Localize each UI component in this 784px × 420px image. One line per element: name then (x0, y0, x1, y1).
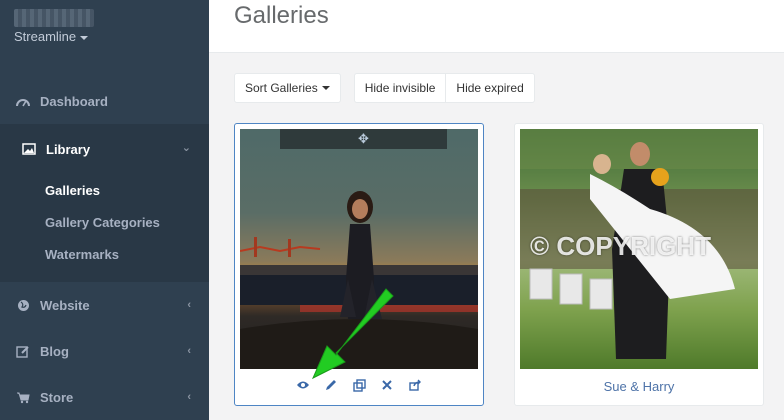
sort-label: Sort Galleries (245, 81, 318, 95)
nav-item-dashboard[interactable]: Dashboard (0, 78, 209, 124)
brand-name: Streamline (14, 29, 77, 44)
nav-item-library[interactable]: Library ⌄ (0, 124, 209, 174)
chevron-down-icon: ⌄ (181, 142, 191, 154)
nav-item-blog[interactable]: Blog ‹ (0, 328, 209, 374)
gallery-title-link[interactable]: Sue & Harry (515, 379, 763, 394)
gallery-cover-image[interactable]: © COPYRIGHT (520, 129, 758, 369)
sidebar-item-galleries[interactable]: Galleries (45, 174, 209, 206)
library-submenu: Galleries Gallery Categories Watermarks (0, 174, 209, 282)
sidebar-item-watermarks[interactable]: Watermarks (45, 238, 209, 270)
dashboard-icon (16, 94, 30, 108)
main-content: Galleries Sort Galleries Hide invisible … (209, 0, 784, 420)
page-title: Galleries (234, 2, 329, 29)
sidebar-item-gallery-categories[interactable]: Gallery Categories (45, 206, 209, 238)
edit-icon (16, 344, 30, 358)
chevron-left-icon: ‹ (187, 345, 191, 357)
chevron-left-icon: ‹ (187, 299, 191, 311)
page-header: Galleries (209, 0, 784, 53)
image-icon (22, 142, 36, 156)
chevron-left-icon: ‹ (187, 391, 191, 403)
eye-icon[interactable] (296, 378, 310, 392)
globe-icon (16, 298, 30, 312)
nav-label: Dashboard (40, 93, 108, 109)
caret-down-icon (321, 86, 330, 90)
copy-icon[interactable] (352, 378, 366, 392)
gallery-toolbar: Sort Galleries Hide invisible Hide expir… (234, 73, 535, 103)
gallery-actions (235, 378, 483, 392)
hide-invisible-button[interactable]: Hide invisible (353, 73, 446, 103)
share-icon[interactable] (408, 378, 422, 392)
nav-item-store[interactable]: Store ‹ (0, 374, 209, 420)
gallery-card[interactable]: ✥ (234, 123, 484, 406)
nav-label: Store (40, 389, 74, 405)
nav-label: Website (40, 297, 90, 313)
close-icon[interactable] (380, 378, 394, 392)
gallery-card[interactable]: © COPYRIGHT Sue & Harry (514, 123, 764, 406)
brand-area: Streamline (0, 0, 209, 73)
move-icon[interactable]: ✥ (280, 129, 447, 149)
nav-label: Blog (40, 343, 69, 359)
nav-label: Library (46, 141, 91, 157)
cart-icon (16, 390, 30, 404)
account-dropdown[interactable]: Streamline (14, 29, 89, 44)
gallery-cover-image[interactable]: ✥ (240, 129, 478, 369)
hide-expired-button[interactable]: Hide expired (445, 73, 535, 103)
blurred-user-name (14, 9, 94, 27)
sidebar: Streamline Dashboard Library ⌄ Galleries… (0, 0, 209, 420)
filter-button-group: Hide invisible Hide expired (353, 73, 535, 103)
sort-galleries-button[interactable]: Sort Galleries (234, 73, 341, 103)
copyright-watermark: © COPYRIGHT (530, 231, 711, 261)
caret-down-icon (80, 35, 89, 40)
pencil-icon[interactable] (324, 378, 338, 392)
nav-item-website[interactable]: Website ‹ (0, 282, 209, 328)
main-nav: Dashboard Library ⌄ Galleries Gallery Ca… (0, 78, 209, 420)
